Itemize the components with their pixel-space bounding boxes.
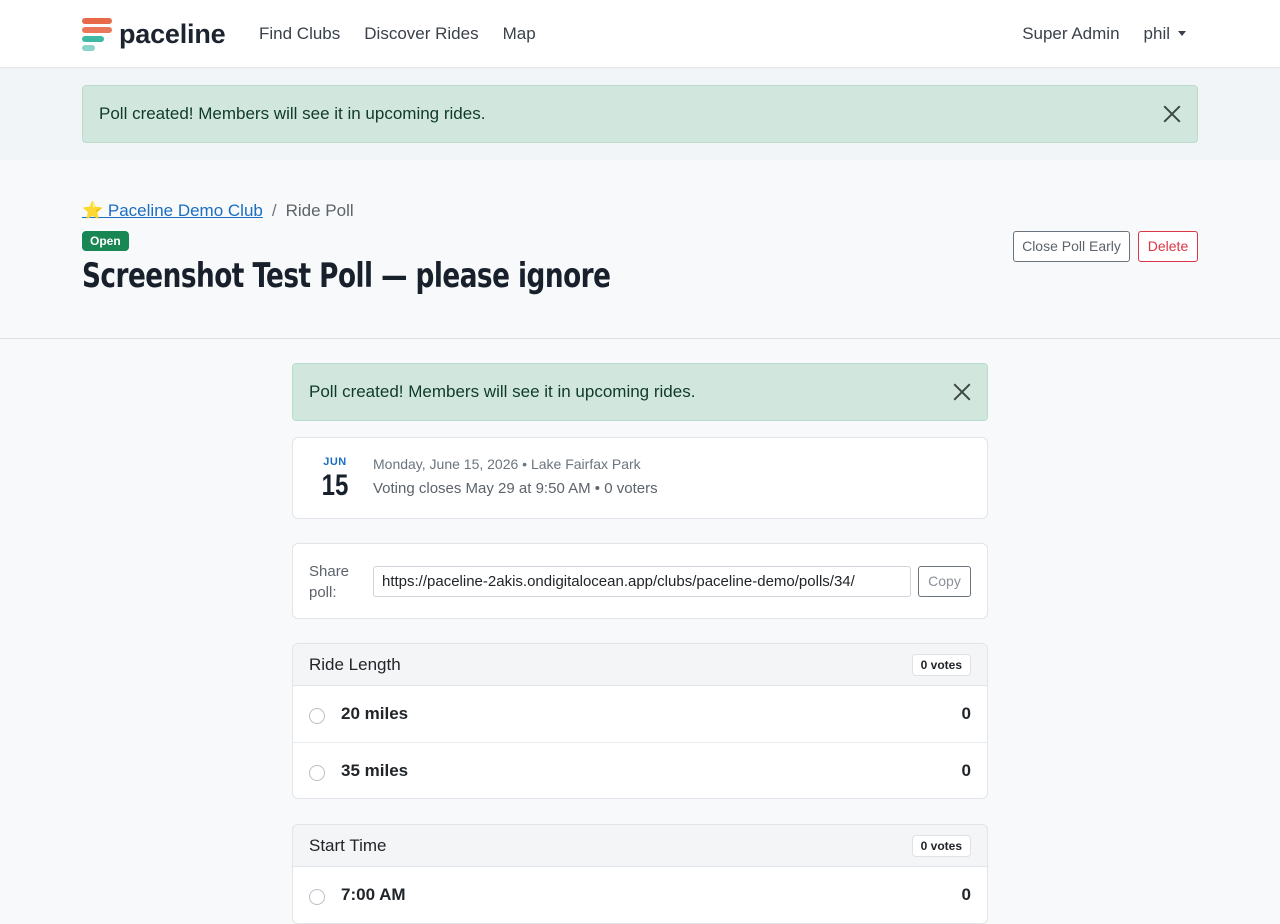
success-alert-inner: Poll created! Members will see it in upc… xyxy=(292,363,988,421)
brand[interactable]: paceline xyxy=(82,18,226,51)
user-menu-dropdown[interactable]: phil xyxy=(1144,24,1186,44)
poll-option[interactable]: 20 miles 0 xyxy=(293,686,987,743)
question-title: Ride Length xyxy=(309,655,401,674)
poll-option[interactable]: 35 miles 0 xyxy=(293,743,987,798)
main-nav: Find Clubs Discover Rides Map xyxy=(259,24,560,44)
nav-find-clubs[interactable]: Find Clubs xyxy=(259,24,340,44)
date-month: JUN xyxy=(323,456,347,468)
brand-name: paceline xyxy=(119,19,226,49)
caret-down-icon xyxy=(1178,31,1186,36)
share-card: Share poll: Copy xyxy=(292,543,988,619)
navbar: paceline Find Clubs Discover Rides Map S… xyxy=(0,0,1280,68)
option-label: 35 miles xyxy=(341,761,409,780)
page-title: Screenshot Test Poll — please ignore xyxy=(82,256,611,296)
share-label: Share poll: xyxy=(309,563,350,601)
share-url-input[interactable] xyxy=(373,566,911,597)
option-count: 0 xyxy=(961,885,971,904)
option-label: 7:00 AM xyxy=(341,885,406,904)
delete-button[interactable]: Delete xyxy=(1138,231,1198,262)
ride-date-card: JUN 15 Monday, June 15, 2026 • Lake Fair… xyxy=(292,437,988,519)
breadcrumb-current: Ride Poll xyxy=(285,201,354,220)
nav-super-admin[interactable]: Super Admin xyxy=(1022,24,1119,44)
option-label: 20 miles xyxy=(341,704,409,723)
success-alert-top: Poll created! Members will see it in upc… xyxy=(82,85,1198,143)
poll-option[interactable]: 7:00 AM 0 xyxy=(293,867,987,923)
poll-question-card: Ride Length 0 votes 20 miles 0 35 miles … xyxy=(292,643,988,799)
close-poll-early-button[interactable]: Close Poll Early xyxy=(1013,231,1130,262)
alert-band: Poll created! Members will see it in upc… xyxy=(0,69,1280,160)
status-badge: Open xyxy=(82,231,129,251)
nav-discover-rides[interactable]: Discover Rides xyxy=(364,24,478,44)
option-count: 0 xyxy=(961,704,971,723)
user-name: phil xyxy=(1143,24,1170,43)
option-radio[interactable] xyxy=(309,708,325,724)
votes-badge: 0 votes xyxy=(911,654,971,676)
alert-message: Poll created! Members will see it in upc… xyxy=(309,382,696,401)
close-icon[interactable] xyxy=(953,383,971,401)
nav-map[interactable]: Map xyxy=(503,24,536,44)
option-radio[interactable] xyxy=(309,765,325,781)
user-nav: Super Admin phil xyxy=(998,24,1186,44)
voting-info: Voting closes May 29 at 9:50 AM • 0 vote… xyxy=(373,480,658,497)
paceline-logo-icon xyxy=(82,18,112,51)
close-icon[interactable] xyxy=(1163,105,1181,123)
breadcrumb-separator: / xyxy=(271,201,277,220)
question-title: Start Time xyxy=(309,836,387,855)
votes-badge: 0 votes xyxy=(911,835,971,857)
copy-button[interactable]: Copy xyxy=(918,566,971,597)
option-radio[interactable] xyxy=(309,889,325,905)
alert-message: Poll created! Members will see it in upc… xyxy=(99,104,486,123)
date-day: 15 xyxy=(321,469,349,502)
option-count: 0 xyxy=(961,761,971,780)
question-header: Ride Length 0 votes xyxy=(293,644,987,686)
ride-date-location: Monday, June 15, 2026 • Lake Fairfax Par… xyxy=(373,456,641,472)
poll-question-card: Start Time 0 votes 7:00 AM 0 xyxy=(292,824,988,924)
page-header: ⭐ Paceline Demo Club / Ride Poll Open Sc… xyxy=(0,160,1280,339)
question-header: Start Time 0 votes xyxy=(293,825,987,867)
breadcrumb: ⭐ Paceline Demo Club / Ride Poll xyxy=(82,201,354,221)
breadcrumb-club-link[interactable]: ⭐ Paceline Demo Club xyxy=(82,201,263,221)
